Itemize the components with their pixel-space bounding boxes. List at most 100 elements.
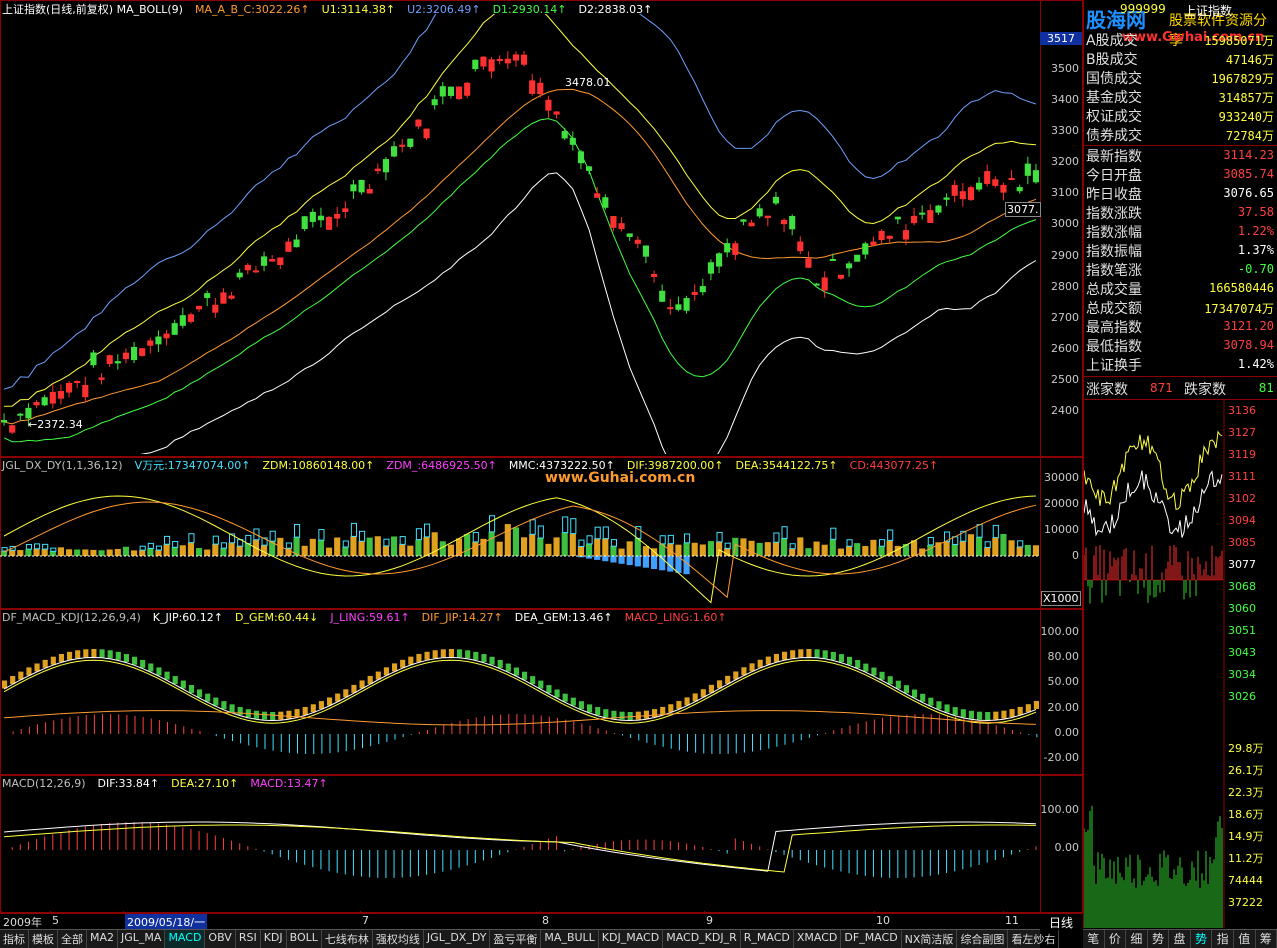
candle-body	[359, 180, 364, 191]
quote-sidebar: 股海网 股票软件资源分享 999999 上证指数 www.Gwhai.com.c…	[1083, 0, 1277, 928]
mini-vol-tick: 22.3万	[1228, 786, 1264, 799]
tab-5[interactable]: MACD	[165, 930, 205, 948]
tab-4[interactable]: JGL_MA	[118, 930, 165, 948]
candle-body	[205, 294, 210, 298]
candle-body	[497, 60, 502, 61]
dx-bar	[472, 542, 478, 556]
y-tick: 100.00	[1041, 625, 1080, 638]
kdj-mark	[481, 654, 486, 662]
tab-16[interactable]: MACD_KDJ_R	[663, 930, 741, 948]
dx-bar	[464, 534, 470, 556]
tab-10[interactable]: 七线布林	[322, 930, 373, 948]
dx-bar	[334, 537, 340, 556]
candle-body	[400, 145, 405, 146]
candle-body	[765, 216, 770, 217]
dx-bar	[675, 545, 681, 556]
kdj-mark	[83, 649, 88, 657]
kdj-mark	[620, 712, 625, 720]
dx-bar	[700, 544, 706, 556]
kdj-mark	[831, 652, 836, 660]
dx-bar	[594, 539, 600, 556]
side-tab-7[interactable]: 值	[1234, 930, 1256, 948]
kdj-mark	[945, 704, 950, 712]
down-count: 81	[1259, 381, 1274, 395]
macd-kdj-chart	[0, 624, 1040, 772]
side-tab-6[interactable]: 指	[1212, 930, 1234, 948]
side-tab-1[interactable]: 价	[1105, 930, 1127, 948]
dx-bar	[992, 538, 998, 556]
candle-body	[148, 341, 153, 345]
dx-bar	[627, 541, 633, 556]
tab-1[interactable]: 模板	[29, 930, 58, 948]
date-tick	[874, 911, 875, 914]
dx-outline	[831, 528, 836, 539]
mini-tick: 3136	[1228, 404, 1256, 417]
candle-body	[351, 185, 356, 191]
tab-9[interactable]: BOLL	[287, 930, 322, 948]
side-tab-3[interactable]: 势	[1148, 930, 1170, 948]
tab-20[interactable]: NX简洁版	[902, 930, 958, 948]
kdj-mark	[433, 650, 438, 658]
side-tab-4[interactable]: 盘	[1169, 930, 1191, 948]
intraday-mini-chart[interactable]: 3136312731193111310230943085307730683060…	[1084, 400, 1277, 928]
header-field: CD:443077.25↑	[850, 459, 939, 472]
dx-bar	[245, 544, 251, 556]
candle-body	[944, 198, 949, 199]
dx-bar	[692, 543, 698, 556]
tab-0[interactable]: 指标	[0, 930, 29, 948]
tab-2[interactable]: 全部	[58, 930, 87, 948]
mini-vol-tick: 11.2万	[1228, 852, 1264, 865]
tab-17[interactable]: R_MACD	[741, 930, 794, 948]
tab-3[interactable]: MA2	[87, 930, 118, 948]
mini-tick: 3077	[1228, 558, 1256, 571]
stock-name: 上证指数	[1184, 2, 1232, 19]
tab-13[interactable]: 盈亏平衡	[490, 930, 541, 948]
header-field: MACD_LING:1.60↑	[625, 611, 727, 624]
tab-22[interactable]: 看左炒右	[1008, 930, 1059, 948]
tab-11[interactable]: 强权均线	[373, 930, 424, 948]
kline-chart[interactable]: 3478.01←2372.34	[0, 14, 1040, 454]
kdj-mark	[806, 649, 811, 657]
dx-bar	[42, 549, 48, 556]
candle-body	[465, 83, 470, 95]
side-tab-2[interactable]: 细	[1126, 930, 1148, 948]
candle-body	[611, 217, 616, 228]
dx-bar	[854, 543, 860, 556]
kdj-mark	[221, 701, 226, 709]
macd-header: MACD(12,26,9)DIF:33.84↑DEA:27.10↑MACD:13…	[2, 777, 340, 790]
tab-12[interactable]: JGL_DX_DY	[424, 930, 491, 948]
side-tab-0[interactable]: 笔	[1083, 930, 1105, 948]
tab-14[interactable]: MA_BULL	[541, 930, 598, 948]
dx-bar	[383, 546, 389, 556]
side-tab-8[interactable]: 筹	[1256, 930, 1277, 948]
dx-bar	[708, 541, 714, 556]
tab-15[interactable]: KDJ_MACD	[599, 930, 663, 948]
dx-bar	[74, 550, 80, 556]
period-label[interactable]: 日线	[1040, 913, 1082, 929]
dx-outline	[563, 517, 568, 533]
candle-body	[2, 420, 7, 422]
dx-outline	[490, 516, 495, 532]
tab-7[interactable]: RSI	[236, 930, 261, 948]
dx-bar	[968, 534, 974, 556]
dx-outline	[140, 546, 145, 550]
last-price-label: 3077.	[1005, 202, 1041, 217]
tab-18[interactable]: XMACD	[794, 930, 842, 948]
kdj-mark	[660, 707, 665, 715]
kdj-mark	[303, 707, 308, 715]
stat-row: 指数涨跌37.58	[1086, 203, 1274, 222]
dx-outline	[473, 532, 478, 541]
indicator-tabs: 指标模板全部MA2JGL_MAMACDOBVRSIKDJBOLL七线布林强权均线…	[0, 929, 1040, 948]
tab-6[interactable]: OBV	[205, 930, 235, 948]
y-tick: 2500	[1051, 373, 1079, 386]
tab-19[interactable]: DF_MACD	[841, 930, 901, 948]
stat-row: 指数涨幅1.22%	[1086, 222, 1274, 241]
candle-body	[749, 223, 754, 226]
dx-bar	[415, 540, 421, 556]
kdj-mark	[555, 689, 560, 697]
side-tab-5[interactable]: 势	[1191, 930, 1213, 948]
candle-body	[318, 216, 323, 220]
tab-8[interactable]: KDJ	[261, 930, 287, 948]
mini-vol-tick: 74444	[1228, 874, 1263, 887]
tab-21[interactable]: 综合副图	[957, 930, 1008, 948]
